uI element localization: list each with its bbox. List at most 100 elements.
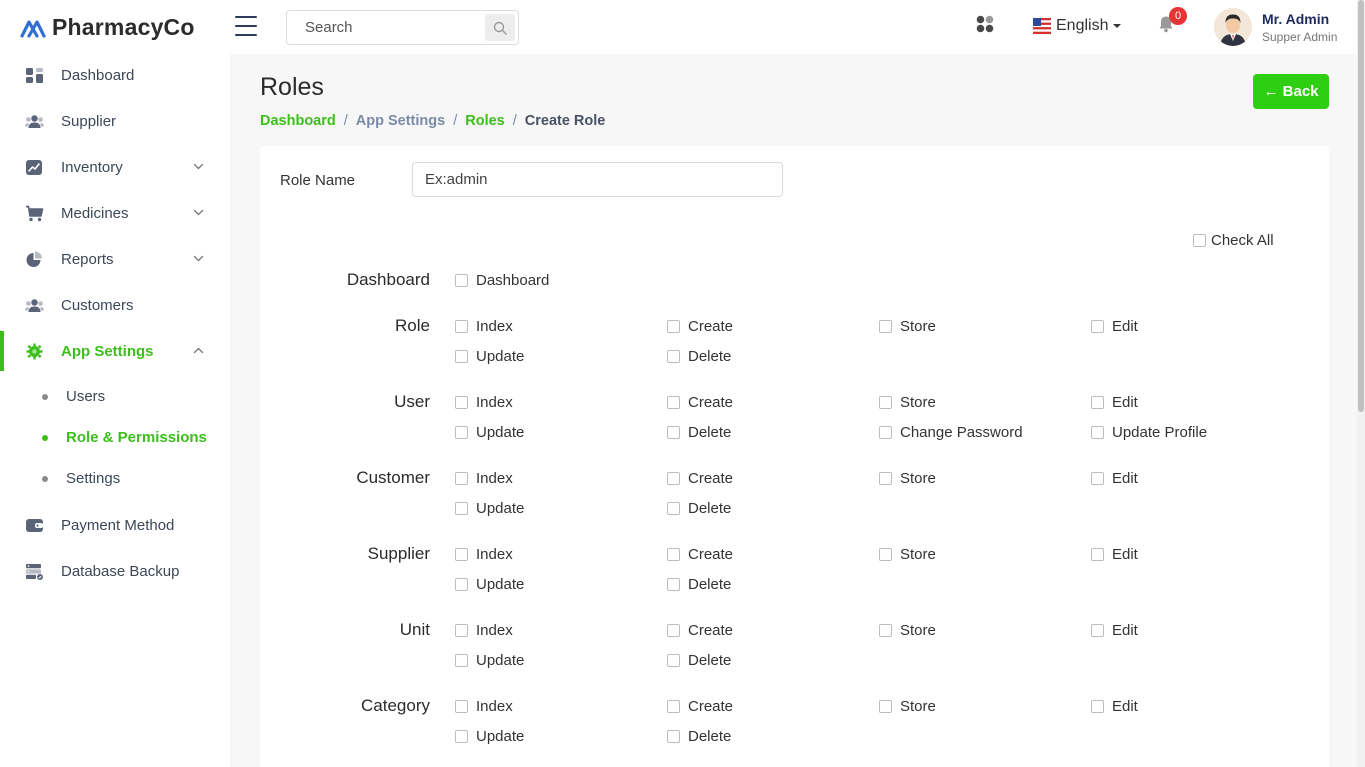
sidebar-item-database-backup[interactable]: Database Backup: [0, 551, 230, 591]
back-button[interactable]: ← Back: [1253, 74, 1329, 109]
search-button[interactable]: [485, 14, 515, 41]
permission-checkbox[interactable]: Create: [667, 546, 733, 563]
checkbox-box[interactable]: [455, 730, 468, 743]
permission-checkbox[interactable]: Edit: [1091, 394, 1138, 411]
scrollbar-thumb[interactable]: [1358, 0, 1364, 412]
checkbox-box[interactable]: [455, 700, 468, 713]
checkbox-box[interactable]: [667, 320, 680, 333]
checkbox-box[interactable]: [667, 624, 680, 637]
checkbox-box[interactable]: [1091, 548, 1104, 561]
permission-checkbox[interactable]: Index: [455, 470, 513, 487]
sidebar-item-reports[interactable]: Reports: [0, 239, 230, 279]
permission-checkbox[interactable]: Index: [455, 394, 513, 411]
checkbox-box[interactable]: [667, 426, 680, 439]
permission-checkbox[interactable]: Edit: [1091, 318, 1138, 335]
permission-checkbox[interactable]: Index: [455, 546, 513, 563]
permission-checkbox[interactable]: Dashboard: [455, 272, 549, 289]
checkbox-box[interactable]: [455, 624, 468, 637]
permission-checkbox[interactable]: Update: [455, 348, 524, 365]
permission-checkbox[interactable]: Edit: [1091, 546, 1138, 563]
checkbox-box[interactable]: [879, 700, 892, 713]
page-scrollbar[interactable]: [1357, 0, 1365, 767]
checkbox-box[interactable]: [1091, 426, 1104, 439]
sidebar-item-payment-method[interactable]: Payment Method: [0, 505, 230, 545]
permission-checkbox[interactable]: Store: [879, 622, 936, 639]
permission-checkbox[interactable]: Create: [667, 698, 733, 715]
permission-checkbox[interactable]: Delete: [667, 652, 731, 669]
permission-checkbox[interactable]: Change Password: [879, 424, 1023, 441]
permission-checkbox[interactable]: Create: [667, 394, 733, 411]
permission-checkbox[interactable]: Update: [455, 576, 524, 593]
sidebar-subitem-users[interactable]: Users: [0, 382, 230, 412]
permission-checkbox[interactable]: Update: [455, 500, 524, 517]
checkbox-box[interactable]: [879, 548, 892, 561]
breadcrumb-dashboard[interactable]: Dashboard: [260, 113, 336, 129]
permission-checkbox[interactable]: Delete: [667, 500, 731, 517]
permission-checkbox[interactable]: Delete: [667, 576, 731, 593]
checkbox-box[interactable]: [1091, 624, 1104, 637]
brand-logo[interactable]: PharmacyCo: [20, 14, 195, 41]
sidebar-subitem-role-permissions[interactable]: Role & Permissions: [0, 423, 230, 453]
checkbox-box[interactable]: [455, 578, 468, 591]
permission-checkbox[interactable]: Update: [455, 424, 524, 441]
checkbox-box[interactable]: [455, 320, 468, 333]
checkbox-box[interactable]: [879, 320, 892, 333]
permission-checkbox[interactable]: Store: [879, 318, 936, 335]
checkbox-box[interactable]: [455, 426, 468, 439]
checkbox-box[interactable]: [667, 700, 680, 713]
sidebar-item-dashboard[interactable]: Dashboard: [0, 55, 230, 95]
sidebar-item-medicines[interactable]: Medicines: [0, 193, 230, 233]
permission-checkbox[interactable]: Update: [455, 728, 524, 745]
apps-grid-icon[interactable]: [976, 15, 994, 33]
checkbox-box[interactable]: [667, 472, 680, 485]
permission-checkbox[interactable]: Create: [667, 318, 733, 335]
sidebar-item-supplier[interactable]: Supplier: [0, 101, 230, 141]
breadcrumb-roles[interactable]: Roles: [465, 113, 505, 129]
sidebar-item-customers[interactable]: Customers: [0, 285, 230, 325]
checkbox-box[interactable]: [667, 654, 680, 667]
permission-checkbox[interactable]: Edit: [1091, 698, 1138, 715]
checkbox-box[interactable]: [667, 548, 680, 561]
checkbox-box[interactable]: [667, 396, 680, 409]
checkbox-box[interactable]: [1091, 472, 1104, 485]
check-all-checkbox[interactable]: Check All: [1193, 232, 1274, 249]
checkbox-box[interactable]: [1091, 700, 1104, 713]
permission-checkbox[interactable]: Store: [879, 546, 936, 563]
permission-checkbox[interactable]: Delete: [667, 424, 731, 441]
permission-checkbox[interactable]: Edit: [1091, 622, 1138, 639]
role-name-input[interactable]: [412, 162, 783, 197]
checkbox-box[interactable]: [1091, 396, 1104, 409]
checkbox-box[interactable]: [667, 502, 680, 515]
menu-toggle-icon[interactable]: [235, 16, 257, 36]
avatar[interactable]: [1214, 8, 1252, 46]
permission-checkbox[interactable]: Delete: [667, 728, 731, 745]
checkbox-box[interactable]: [667, 350, 680, 363]
checkbox-box[interactable]: [455, 548, 468, 561]
sidebar-subitem-settings[interactable]: Settings: [0, 464, 230, 494]
checkbox-box[interactable]: [1193, 234, 1206, 247]
permission-checkbox[interactable]: Index: [455, 318, 513, 335]
permission-checkbox[interactable]: Create: [667, 470, 733, 487]
permission-checkbox[interactable]: Store: [879, 698, 936, 715]
search-input[interactable]: [288, 12, 478, 43]
permission-checkbox[interactable]: Delete: [667, 348, 731, 365]
checkbox-box[interactable]: [879, 624, 892, 637]
checkbox-box[interactable]: [879, 396, 892, 409]
permission-checkbox[interactable]: Update: [455, 652, 524, 669]
checkbox-box[interactable]: [667, 578, 680, 591]
checkbox-box[interactable]: [879, 472, 892, 485]
permission-checkbox[interactable]: Create: [667, 622, 733, 639]
permission-checkbox[interactable]: Index: [455, 622, 513, 639]
permission-checkbox[interactable]: Store: [879, 470, 936, 487]
sidebar-item-inventory[interactable]: Inventory: [0, 147, 230, 187]
checkbox-box[interactable]: [455, 502, 468, 515]
checkbox-box[interactable]: [455, 350, 468, 363]
user-name[interactable]: Mr. Admin: [1262, 11, 1329, 27]
permission-checkbox[interactable]: Store: [879, 394, 936, 411]
checkbox-box[interactable]: [455, 472, 468, 485]
checkbox-box[interactable]: [667, 730, 680, 743]
checkbox-box[interactable]: [455, 654, 468, 667]
permission-checkbox[interactable]: Update Profile: [1091, 424, 1207, 441]
language-selector[interactable]: English: [1033, 17, 1122, 35]
checkbox-box[interactable]: [455, 396, 468, 409]
